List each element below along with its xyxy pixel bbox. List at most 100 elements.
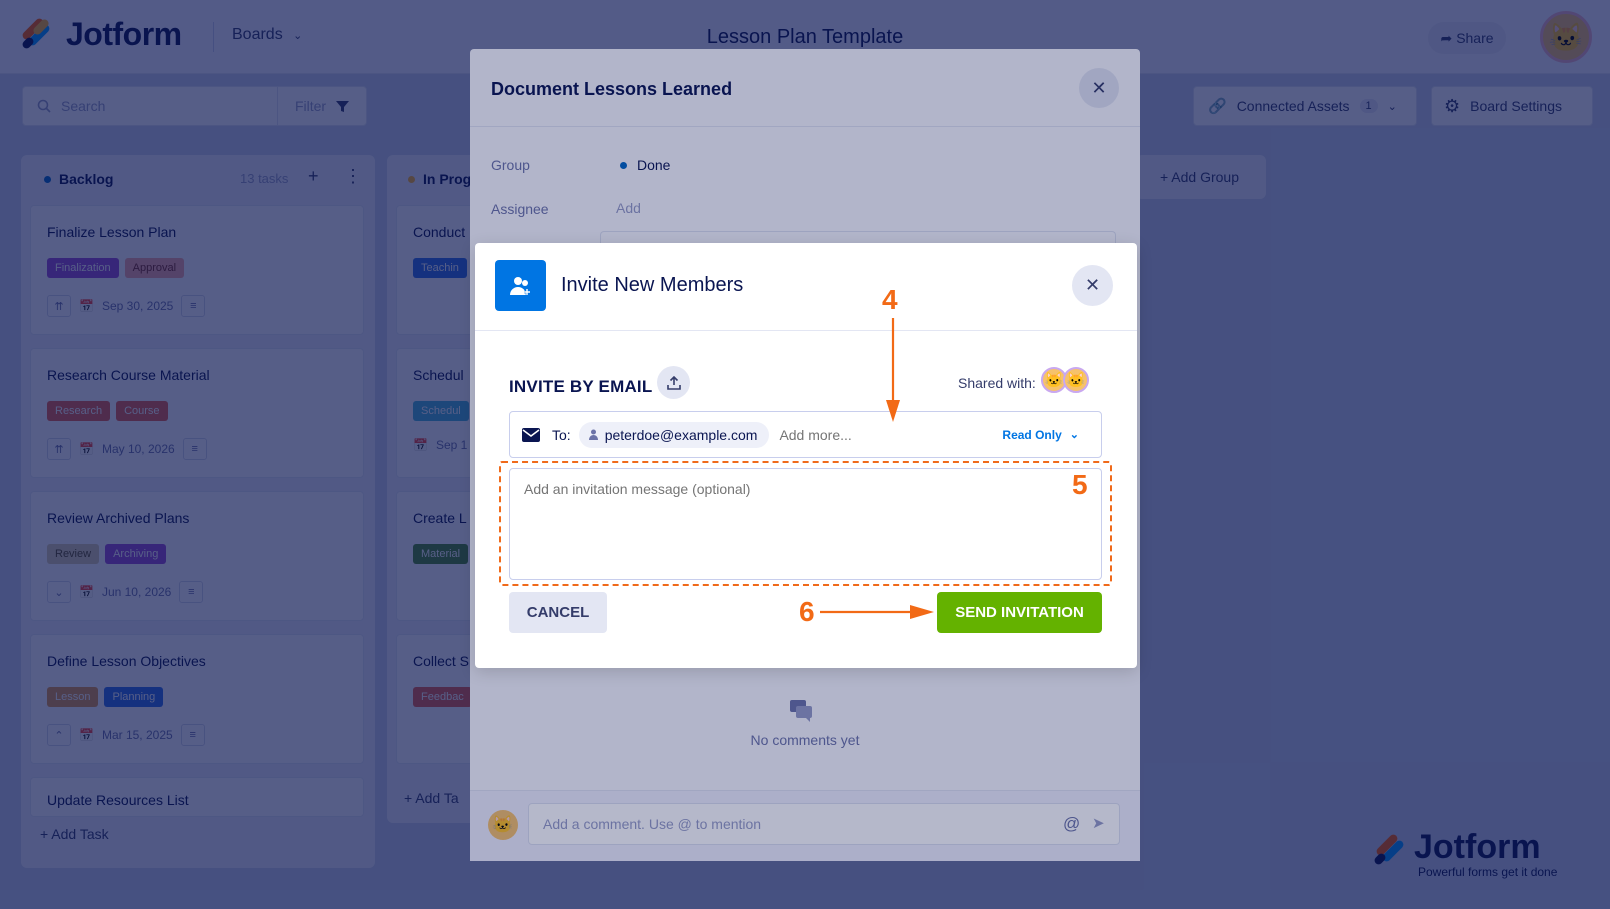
- annotation-number: 5: [1072, 469, 1088, 500]
- task-card[interactable]: Finalize Lesson Plan Finalization Approv…: [30, 205, 364, 335]
- shared-with-label: Shared with:: [958, 375, 1036, 391]
- arrow-right-icon: [820, 605, 934, 619]
- tag: Planning: [104, 687, 164, 707]
- task-date: Jun 10, 2026: [101, 585, 172, 599]
- task-tags: Teachin: [413, 258, 467, 278]
- email-chip[interactable]: peterdoe@example.com: [578, 421, 770, 448]
- jotform-logo-icon[interactable]: [20, 16, 52, 51]
- description-icon[interactable]: ≡: [179, 581, 204, 603]
- chevron-up-icon[interactable]: ⌃: [47, 724, 71, 746]
- to-label: To:: [552, 426, 571, 443]
- permission-dropdown[interactable]: Read Only ⌄: [1002, 428, 1079, 442]
- task-card[interactable]: Conduct Teachin: [396, 205, 476, 335]
- column-dot: [44, 175, 51, 183]
- divider: [475, 330, 1137, 331]
- comment-input[interactable]: Add a comment. Use @ to mention: [528, 803, 1120, 845]
- priority-icon[interactable]: ⇈: [47, 438, 71, 460]
- task-detail-title: Document Lessons Learned: [491, 79, 733, 99]
- share-label: Share: [1456, 30, 1494, 46]
- no-comments-text: No comments yet: [750, 732, 860, 748]
- tag: Archiving: [105, 544, 167, 564]
- more-options-icon[interactable]: ⋮: [344, 166, 362, 187]
- search-input[interactable]: Search: [22, 86, 278, 126]
- share-icon: ➦: [1440, 29, 1453, 46]
- task-tags: Schedul: [413, 401, 469, 421]
- mention-icon[interactable]: @: [1063, 814, 1080, 834]
- comments-icon: [790, 700, 814, 727]
- task-count: 13 tasks: [240, 171, 289, 186]
- task-card[interactable]: Define Lesson Objectives Lesson Planning…: [30, 634, 364, 764]
- search-icon: [37, 99, 51, 113]
- task-date: Mar 15, 2025: [101, 728, 173, 742]
- comment-placeholder: Add a comment. Use @ to mention: [543, 816, 762, 832]
- send-icon[interactable]: ➤: [1092, 814, 1105, 832]
- description-icon[interactable]: ≡: [181, 295, 206, 317]
- chevron-down-icon[interactable]: ⌄: [47, 581, 71, 603]
- filter-button[interactable]: Filter: [277, 86, 367, 126]
- task-title: Finalize Lesson Plan: [47, 224, 177, 240]
- add-more-input[interactable]: [779, 426, 970, 443]
- task-card[interactable]: Research Course Material Research Course…: [30, 348, 364, 478]
- close-icon[interactable]: ✕: [1079, 68, 1119, 108]
- email-recipients-field[interactable]: To: peterdoe@example.com Read Only ⌄: [509, 411, 1102, 458]
- task-meta: ⇈ 📅 Sep 30, 2025 ≡: [47, 295, 206, 317]
- assignee-add-button[interactable]: Add: [616, 200, 641, 216]
- logo-text: Jotform: [66, 16, 182, 52]
- description-icon[interactable]: ≡: [182, 438, 207, 460]
- task-card[interactable]: Schedul Schedul 📅 Sep 1: [396, 348, 476, 478]
- user-avatar[interactable]: 🐱: [1540, 11, 1592, 63]
- priority-icon[interactable]: ⇈: [47, 295, 71, 317]
- connected-assets-button[interactable]: 🔗 Connected Assets 1 ⌄: [1193, 86, 1417, 126]
- task-title: Schedul: [413, 367, 464, 383]
- tag: Approval: [124, 258, 185, 278]
- chevron-down-icon: ⌄: [1069, 429, 1079, 441]
- task-title: Conduct: [413, 224, 466, 240]
- envelope-icon: [522, 427, 540, 442]
- avatar: 🐱: [488, 810, 518, 840]
- task-tags: Lesson Planning: [47, 687, 164, 707]
- cancel-button[interactable]: CANCEL: [509, 592, 607, 633]
- add-task-button[interactable]: + Add Task: [40, 826, 109, 842]
- board-settings-button[interactable]: ⚙ Board Settings: [1431, 86, 1593, 126]
- task-card[interactable]: Create L Material: [396, 491, 476, 621]
- add-task-button[interactable]: + Add Ta: [404, 790, 459, 806]
- invitation-message-input[interactable]: [509, 468, 1102, 580]
- description-icon[interactable]: ≡: [180, 724, 205, 746]
- share-button[interactable]: ➦ Share: [1428, 22, 1506, 54]
- task-tags: Finalization Approval: [47, 258, 185, 278]
- tag: Review: [47, 544, 100, 564]
- annotation-number: 6: [799, 596, 815, 627]
- upload-icon[interactable]: [657, 366, 690, 399]
- task-meta: 📅 Sep 1: [413, 438, 467, 452]
- task-tags: Review Archiving: [47, 544, 167, 564]
- task-title: Create L: [413, 510, 467, 526]
- column-title-text: In Prog: [423, 171, 472, 187]
- close-icon[interactable]: ✕: [1072, 265, 1113, 306]
- task-card[interactable]: Collect S Feedbac: [396, 634, 476, 764]
- email-chip-text: peterdoe@example.com: [604, 426, 758, 443]
- task-tags: Research Course: [47, 401, 168, 421]
- watermark-brand: Jotform: [1414, 828, 1541, 866]
- calendar-icon: 📅: [79, 728, 94, 742]
- avatar: 🐱: [1063, 367, 1089, 393]
- task-title: Collect S: [413, 653, 470, 669]
- add-task-icon[interactable]: +: [308, 166, 319, 187]
- boards-menu[interactable]: Boards ⌄: [232, 26, 302, 44]
- task-card[interactable]: Update Resources List: [30, 777, 364, 817]
- task-title: Define Lesson Objectives: [47, 653, 206, 669]
- calendar-icon: 📅: [413, 438, 428, 452]
- group-value[interactable]: Done: [620, 157, 670, 173]
- task-meta: ⌃ 📅 Mar 15, 2025 ≡: [47, 724, 205, 746]
- gear-icon: ⚙: [1444, 95, 1461, 116]
- task-date: Sep 1: [435, 438, 468, 452]
- tag: Teachin: [413, 258, 467, 278]
- add-group-button[interactable]: + Add Group: [1136, 155, 1266, 199]
- task-title: Research Course Material: [47, 367, 210, 383]
- task-card[interactable]: Review Archived Plans Review Archiving ⌄…: [30, 491, 364, 621]
- calendar-icon: 📅: [79, 442, 94, 456]
- task-meta: ⌄ 📅 Jun 10, 2026 ≡: [47, 581, 204, 603]
- filter-label: Filter: [294, 98, 327, 114]
- watermark-tagline: Powerful forms get it done: [1418, 865, 1558, 879]
- jotform-watermark: Jotform Powerful forms get it done: [1372, 828, 1557, 879]
- send-invitation-button[interactable]: SEND INVITATION: [937, 592, 1102, 633]
